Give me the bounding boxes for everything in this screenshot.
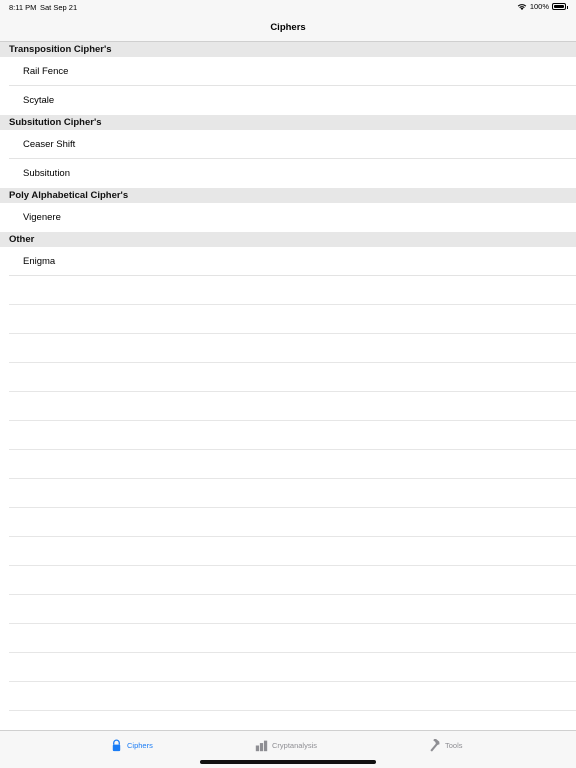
wifi-icon: [517, 3, 527, 10]
list-item-vigenere[interactable]: Vigenere: [0, 203, 576, 232]
status-bar: 8:11 PM Sat Sep 21 100%: [0, 0, 576, 14]
tab-tools-label: Tools: [445, 741, 463, 750]
cipher-table[interactable]: Transposition Cipher's Rail Fence Scytal…: [0, 42, 576, 730]
list-item-enigma[interactable]: Enigma: [0, 247, 576, 276]
tab-tools[interactable]: Tools: [428, 739, 463, 752]
section-header-poly-alphabetical: Poly Alphabetical Cipher's: [0, 188, 576, 203]
empty-row: [0, 508, 576, 537]
battery-percent: 100%: [529, 2, 549, 11]
list-item-rail-fence[interactable]: Rail Fence: [0, 57, 576, 86]
battery-icon: [552, 3, 568, 10]
home-indicator: [200, 760, 376, 764]
list-item-ceaser-shift[interactable]: Ceaser Shift: [0, 130, 576, 159]
list-item-subsitution[interactable]: Subsitution: [0, 159, 576, 188]
empty-row: [0, 595, 576, 624]
empty-row: [0, 624, 576, 653]
bar-chart-icon: [255, 740, 268, 752]
empty-row: [0, 537, 576, 566]
tab-ciphers[interactable]: Ciphers: [110, 739, 153, 752]
section-header-substitution: Subsitution Cipher's: [0, 115, 576, 130]
list-item-scytale[interactable]: Scytale: [0, 86, 576, 115]
empty-row: [0, 334, 576, 363]
empty-row: [0, 479, 576, 508]
status-right: 100%: [517, 2, 568, 11]
lock-icon: [112, 739, 121, 752]
status-date: Sat Sep 21: [40, 3, 78, 12]
section-header-transposition: Transposition Cipher's: [0, 42, 576, 57]
empty-row: [0, 363, 576, 392]
page-title: Ciphers: [270, 22, 306, 33]
empty-row: [0, 682, 576, 711]
section-header-other: Other: [0, 232, 576, 247]
tab-cryptanalysis-label: Cryptanalysis: [272, 741, 318, 750]
screen: 8:11 PM Sat Sep 21 100% Ciphers Transpos…: [0, 0, 576, 768]
empty-row: [0, 305, 576, 334]
status-time: 8:11 PM: [9, 3, 37, 12]
tab-ciphers-label: Ciphers: [127, 741, 153, 750]
empty-row: [0, 421, 576, 450]
navigation-bar: Ciphers: [0, 14, 576, 42]
empty-row: [0, 392, 576, 421]
empty-row: [0, 711, 576, 730]
tab-cryptanalysis[interactable]: Cryptanalysis: [255, 739, 317, 752]
hammer-icon: [430, 739, 440, 752]
empty-row: [0, 566, 576, 595]
empty-row: [0, 653, 576, 682]
empty-row: [0, 450, 576, 479]
empty-row: [0, 276, 576, 305]
